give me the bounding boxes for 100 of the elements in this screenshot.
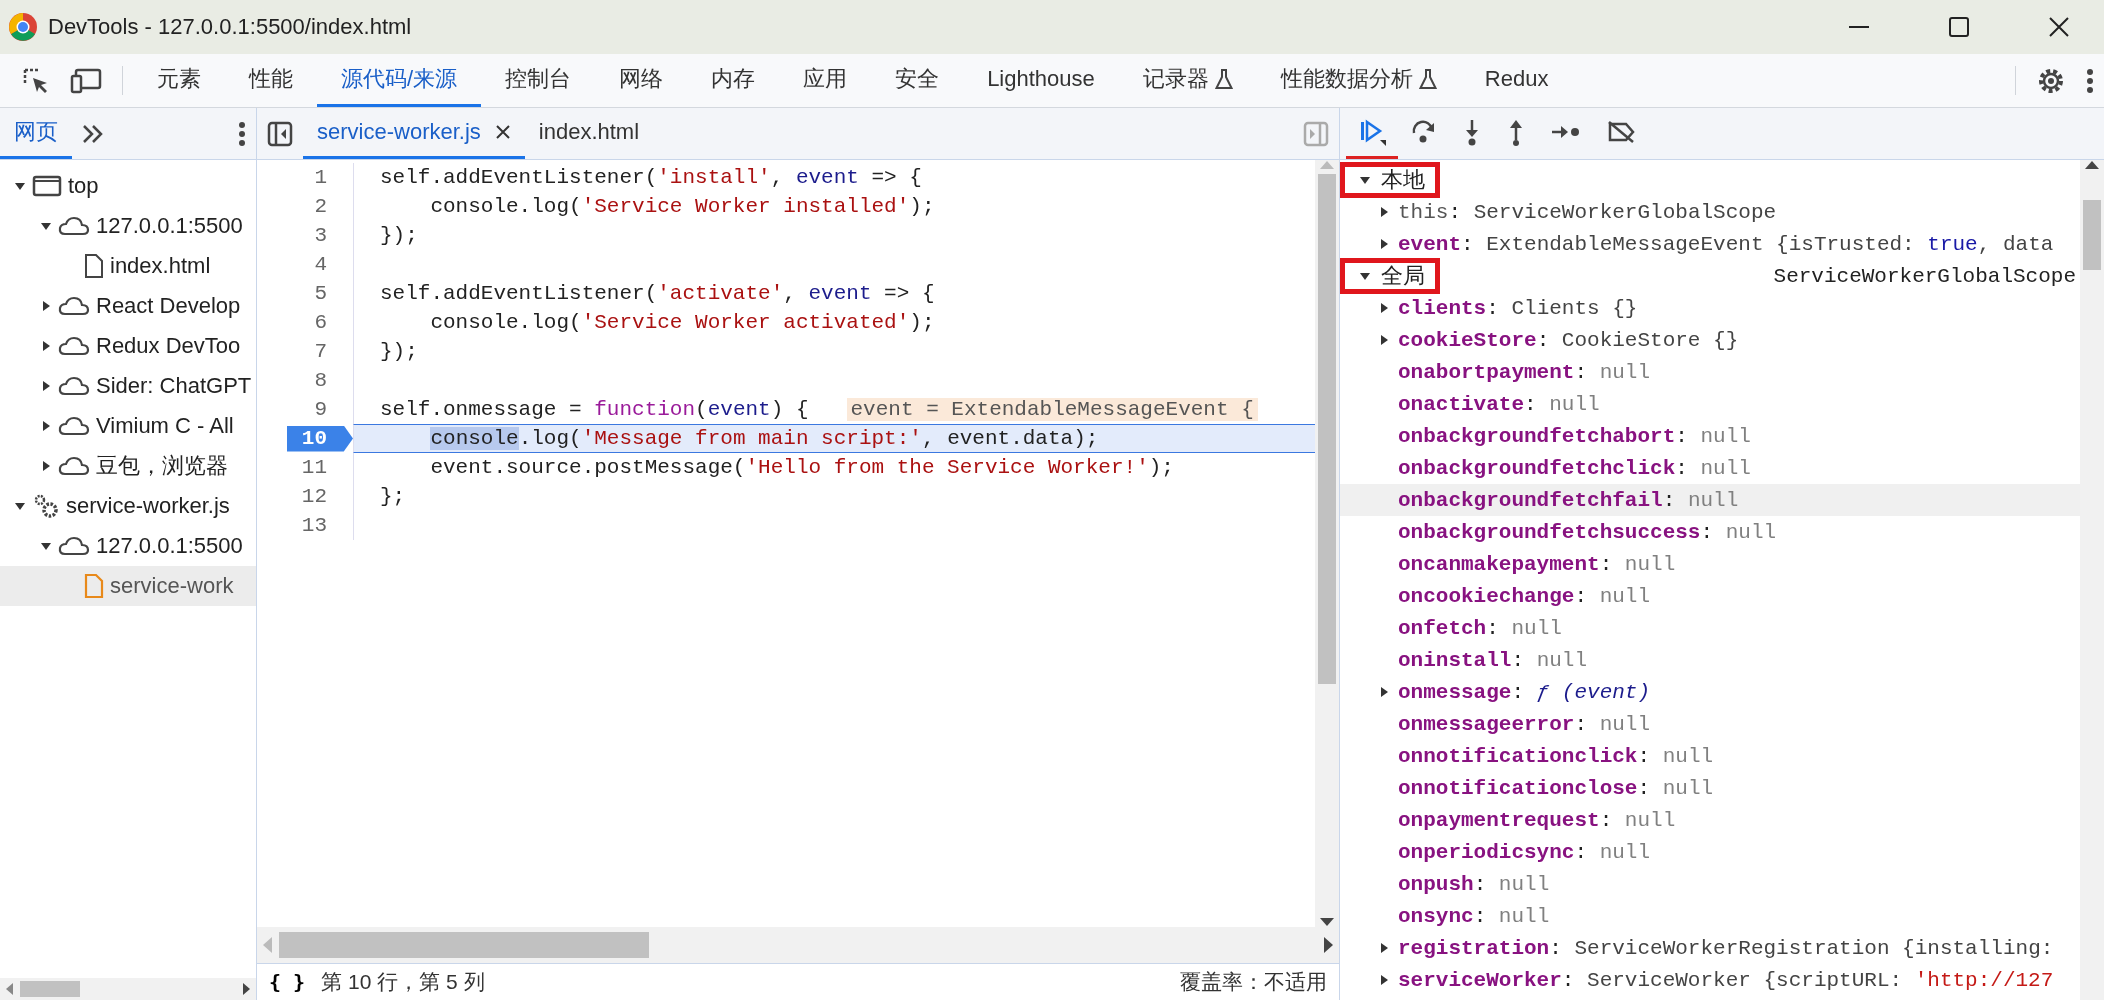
gears-icon bbox=[32, 493, 60, 519]
crossed-breakpoint-icon[interactable] bbox=[1606, 120, 1636, 144]
scroll-right-icon[interactable] bbox=[242, 983, 250, 995]
property-row[interactable]: registration: ServiceWorkerRegistration {installing: bbox=[1340, 932, 2080, 964]
panel-tab[interactable]: 记录器 bbox=[1118, 54, 1257, 107]
expand-arrow-icon[interactable] bbox=[1378, 974, 1390, 986]
property-row[interactable]: oncookiechange: null bbox=[1340, 580, 2080, 612]
property-row[interactable]: onnotificationclick: null bbox=[1340, 740, 2080, 772]
property-row[interactable]: clients: Clients {} bbox=[1340, 292, 2080, 324]
property-row[interactable]: onactivate: null bbox=[1340, 388, 2080, 420]
tree-item[interactable]: top bbox=[0, 166, 256, 206]
panel-tab[interactable]: 性能数据分析 bbox=[1256, 54, 1461, 107]
code-line: }); bbox=[380, 340, 418, 363]
panel-tab[interactable]: 安全 bbox=[871, 54, 964, 107]
line-number: 12 bbox=[301, 485, 327, 508]
property-entry: onbackgroundfetchfail: null bbox=[1398, 488, 1739, 512]
expand-arrow-icon[interactable] bbox=[1378, 686, 1390, 698]
property-row[interactable]: onmessage: ƒ (event) bbox=[1340, 676, 2080, 708]
property-row[interactable]: onbackgroundfetchsuccess: null bbox=[1340, 516, 2080, 548]
property-row[interactable]: onperiodicsync: null bbox=[1340, 836, 2080, 868]
code-line: }); bbox=[380, 224, 418, 247]
panel-tab[interactable]: 性能 bbox=[225, 54, 317, 107]
cursor-in-box-icon[interactable] bbox=[22, 66, 50, 95]
tree-item[interactable]: 127.0.0.1:5500 bbox=[0, 526, 256, 566]
tree-item[interactable]: Vimium C - All bbox=[0, 406, 256, 446]
property-row[interactable]: onpush: null bbox=[1340, 868, 2080, 900]
panel-tab[interactable]: Lighthouse bbox=[963, 54, 1119, 107]
property-row[interactable]: onnotificationclose: null bbox=[1340, 772, 2080, 804]
panel-tab[interactable]: 应用 bbox=[779, 54, 872, 107]
expand-arrow-icon[interactable] bbox=[40, 540, 52, 552]
scrollbar-thumb[interactable] bbox=[20, 981, 80, 997]
maximize-icon[interactable] bbox=[1949, 17, 1969, 37]
panel-tab[interactable]: 控制台 bbox=[481, 54, 596, 107]
expand-arrow-icon[interactable] bbox=[40, 460, 52, 472]
tree-item[interactable]: 127.0.0.1:5500 bbox=[0, 206, 256, 246]
scope-title[interactable]: 全局 bbox=[1381, 261, 1425, 291]
expand-arrow-icon[interactable] bbox=[1378, 302, 1390, 314]
tree-item[interactable]: 豆包，浏览器 bbox=[0, 446, 256, 486]
expand-arrow-icon[interactable] bbox=[14, 180, 26, 192]
property-row[interactable]: oncanmakepayment: null bbox=[1340, 548, 2080, 580]
panel-tab[interactable]: 网络 bbox=[595, 54, 688, 107]
minimize-icon[interactable] bbox=[1849, 25, 1869, 29]
expand-arrow-icon[interactable] bbox=[40, 380, 52, 392]
expand-arrow-icon[interactable] bbox=[14, 500, 26, 512]
expand-arrow-icon[interactable] bbox=[40, 220, 52, 232]
devices-icon[interactable] bbox=[70, 67, 102, 94]
tree-item[interactable]: service-worker.js bbox=[0, 486, 256, 526]
panel-tab[interactable]: 内存 bbox=[687, 54, 780, 107]
panel-tab[interactable]: 元素 bbox=[133, 54, 225, 107]
property-row[interactable]: onfetch: null bbox=[1340, 612, 2080, 644]
property-row[interactable]: onsync: null bbox=[1340, 900, 2080, 932]
close-icon[interactable] bbox=[2049, 17, 2069, 37]
line-number: 11 bbox=[301, 456, 327, 479]
code-line: console.log('Service Worker installed'); bbox=[429, 195, 935, 218]
expand-arrow-icon[interactable] bbox=[40, 340, 52, 352]
expand-arrow-icon[interactable] bbox=[40, 420, 52, 432]
code-line: self.addEventListener('install', event => { bbox=[380, 166, 922, 189]
expand-arrow-icon[interactable] bbox=[1378, 206, 1390, 218]
property-row[interactable]: serviceWorker: ServiceWorker {scriptURL: 'http://127 bbox=[1340, 964, 2080, 996]
property-row[interactable]: event: ExtendableMessageEvent {isTrusted: true, data bbox=[1340, 228, 2080, 260]
close-icon[interactable] bbox=[494, 124, 511, 140]
property-row[interactable]: this: ServiceWorkerGlobalScope bbox=[1340, 196, 2080, 228]
tree-item[interactable]: React Develop bbox=[0, 286, 256, 326]
scrollbar-thumb[interactable] bbox=[2083, 200, 2101, 270]
property-entry: onnotificationclick: null bbox=[1398, 744, 1714, 768]
expand-arrow-icon[interactable] bbox=[1378, 334, 1390, 346]
property-row[interactable]: onpaymentrequest: null bbox=[1340, 804, 2080, 836]
scroll-left-icon[interactable] bbox=[6, 983, 14, 995]
file-tab[interactable]: service-worker.js bbox=[303, 108, 525, 159]
tree-item[interactable]: Redux DevToo bbox=[0, 326, 256, 366]
property-row[interactable]: onbackgroundfetchabort: null bbox=[1340, 420, 2080, 452]
tree-item[interactable]: Sider: ChatGPT bbox=[0, 366, 256, 406]
expand-arrow-icon[interactable] bbox=[1359, 174, 1371, 186]
expand-arrow-icon[interactable] bbox=[1359, 270, 1371, 282]
scrollbar-thumb[interactable] bbox=[1318, 174, 1336, 684]
scope-title[interactable]: 本地 bbox=[1381, 165, 1425, 195]
expand-arrow-icon[interactable] bbox=[1378, 942, 1390, 954]
pretty-print-button[interactable]: { } bbox=[269, 970, 306, 994]
property-entry: onmessage: ƒ (event) bbox=[1398, 680, 1651, 704]
expand-arrow-icon[interactable] bbox=[1378, 238, 1390, 250]
paused-line-number[interactable]: 10 bbox=[287, 425, 353, 452]
property-row[interactable]: oninstall: null bbox=[1340, 644, 2080, 676]
resume-icon[interactable] bbox=[1358, 118, 1386, 146]
cloud-icon bbox=[58, 336, 90, 356]
code-line: self.addEventListener('activate', event => { bbox=[380, 282, 935, 305]
property-row[interactable]: cookieStore: CookieStore {} bbox=[1340, 324, 2080, 356]
tree-item[interactable]: service-work bbox=[0, 566, 256, 606]
property-row[interactable]: onmessageerror: null bbox=[1340, 708, 2080, 740]
property-row[interactable]: onabortpayment: null bbox=[1340, 356, 2080, 388]
property-row[interactable]: onbackgroundfetchclick: null bbox=[1340, 452, 2080, 484]
scroll-right-icon[interactable] bbox=[1323, 937, 1333, 953]
property-entry: onfetch: null bbox=[1398, 616, 1562, 640]
panel-tab[interactable]: Redux bbox=[1460, 54, 1573, 107]
line-number: 13 bbox=[301, 514, 327, 537]
tree-item[interactable]: index.html bbox=[0, 246, 256, 286]
scrollbar-thumb[interactable] bbox=[279, 932, 649, 958]
property-row[interactable]: onbackgroundfetchfail: null bbox=[1340, 484, 2080, 516]
cloud-icon bbox=[58, 536, 90, 556]
file-tab[interactable]: index.html bbox=[524, 108, 654, 159]
expand-arrow-icon[interactable] bbox=[40, 300, 52, 312]
